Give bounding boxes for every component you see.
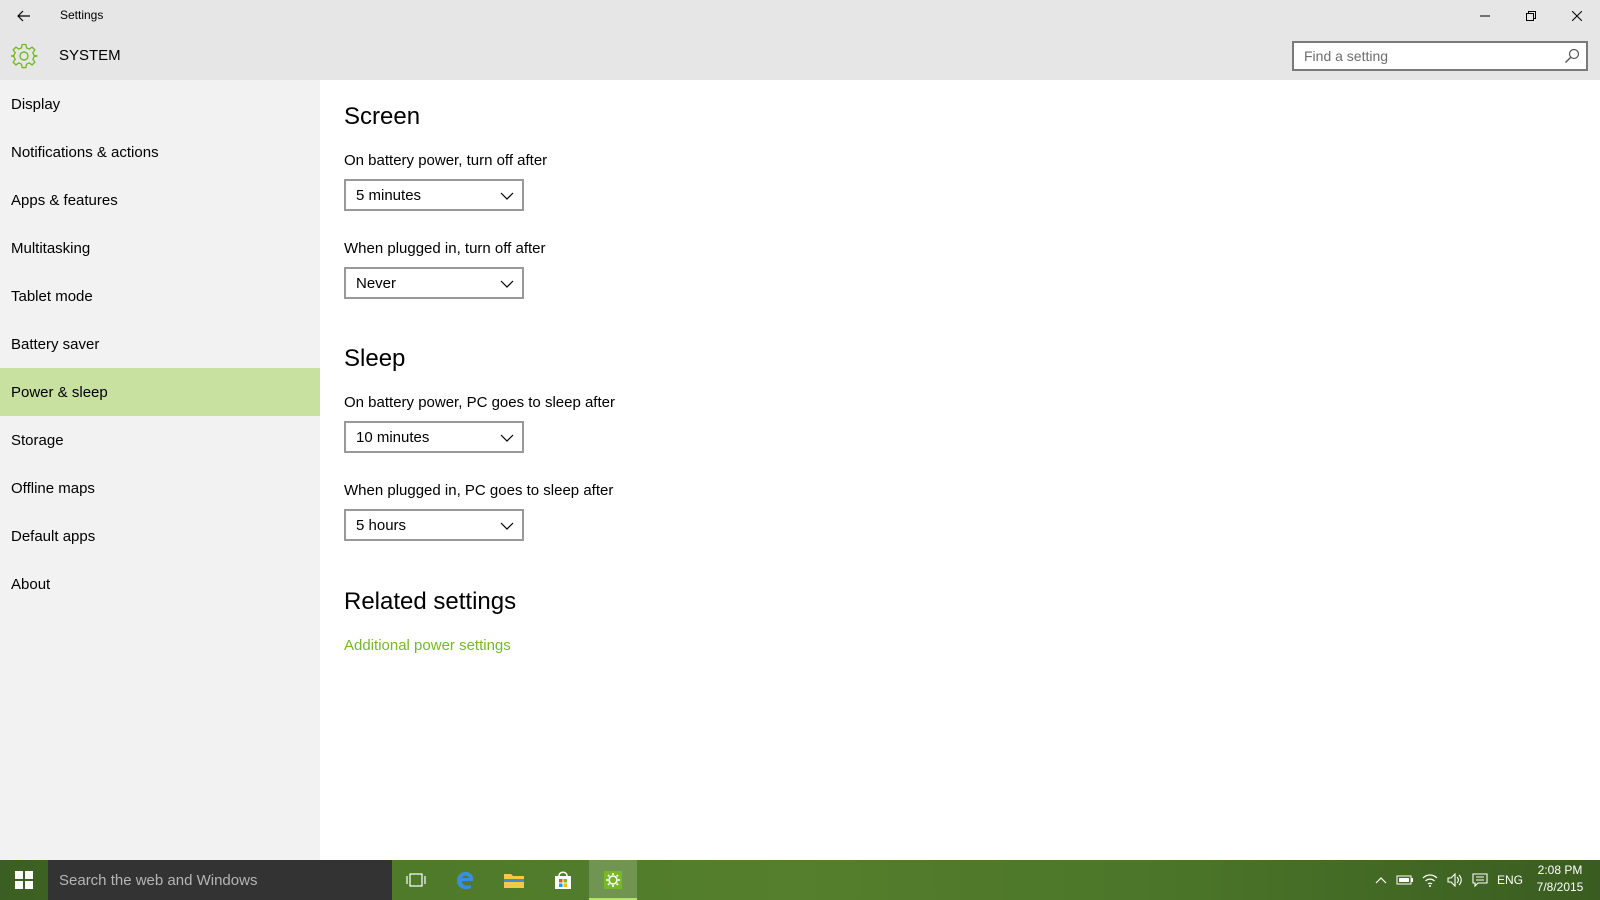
find-setting-search[interactable] [1292, 41, 1588, 71]
sidebar-item-default-apps[interactable]: Default apps [0, 512, 320, 560]
edge-icon [457, 871, 474, 890]
edge-browser-button[interactable] [441, 860, 489, 900]
section-title: SYSTEM [59, 47, 121, 64]
settings-header: SYSTEM [0, 32, 1600, 80]
sidebar-item-offline-maps[interactable]: Offline maps [0, 464, 320, 512]
gear-icon [10, 43, 38, 69]
screen-battery-label: On battery power, turn off after [344, 152, 548, 169]
sidebar-item-label: Tablet mode [11, 287, 93, 305]
settings-taskbar-button[interactable] [589, 860, 637, 900]
sidebar-item-label: Storage [11, 431, 64, 449]
screen-plugged-dropdown[interactable]: Never [344, 267, 524, 299]
close-icon [1572, 11, 1582, 21]
back-arrow-icon [17, 10, 30, 22]
main-content: Screen On battery power, turn off after … [320, 80, 1600, 860]
sidebar-item-label: Notifications & actions [11, 143, 159, 161]
sidebar-item-label: Apps & features [11, 191, 118, 209]
chevron-down-icon [500, 434, 514, 442]
show-hidden-icons-button[interactable] [1370, 860, 1392, 900]
dropdown-value: 10 minutes [356, 429, 430, 446]
minimize-icon [1480, 15, 1490, 17]
screen-plugged-label: When plugged in, turn off after [344, 240, 546, 257]
dropdown-value: 5 hours [356, 517, 407, 534]
screen-heading: Screen [344, 103, 421, 130]
store-icon [555, 871, 571, 889]
dropdown-value: 5 minutes [356, 187, 422, 204]
battery-tray-button[interactable] [1393, 860, 1417, 900]
start-button[interactable] [0, 860, 48, 900]
chevron-up-icon [1375, 877, 1387, 884]
task-view-button[interactable] [392, 860, 440, 900]
sidebar: Display Notifications & actions Apps & f… [0, 80, 320, 860]
sidebar-item-label: Power & sleep [11, 383, 108, 401]
sidebar-item-label: Display [11, 95, 61, 113]
sidebar-item-storage[interactable]: Storage [0, 416, 320, 464]
sidebar-item-power-sleep[interactable]: Power & sleep [0, 368, 320, 416]
input-language-button[interactable]: ENG [1494, 860, 1526, 900]
store-button[interactable] [539, 860, 587, 900]
clock-button[interactable]: 2:08 PM 7/8/2015 [1528, 862, 1592, 898]
sidebar-item-label: Default apps [11, 527, 96, 545]
sidebar-item-display[interactable]: Display [0, 80, 320, 128]
taskbar-search-box[interactable]: Search the web and Windows [48, 860, 392, 900]
chevron-down-icon [500, 280, 514, 288]
network-tray-button[interactable] [1418, 860, 1442, 900]
chevron-down-icon [500, 522, 514, 530]
clock-date: 7/8/2015 [1536, 880, 1584, 894]
taskbar: Search the web and Windows ENG 2:08 PM 7… [0, 860, 1600, 900]
restore-icon [1526, 11, 1536, 21]
dropdown-value: Never [356, 275, 397, 292]
title-bar: Settings [0, 0, 1600, 32]
sidebar-item-tablet-mode[interactable]: Tablet mode [0, 272, 320, 320]
additional-power-settings-link[interactable]: Additional power settings [344, 637, 511, 654]
sleep-battery-dropdown[interactable]: 10 minutes [344, 421, 524, 453]
related-settings-heading: Related settings [344, 588, 517, 615]
window-title: Settings [60, 8, 104, 22]
search-input[interactable] [1294, 43, 1554, 69]
minimize-button[interactable] [1462, 0, 1508, 32]
restore-button[interactable] [1508, 0, 1554, 32]
sidebar-item-label: Multitasking [11, 239, 91, 257]
sidebar-item-multitasking[interactable]: Multitasking [0, 224, 320, 272]
battery-icon [1396, 875, 1413, 885]
clock-time: 2:08 PM [1537, 863, 1583, 877]
chevron-down-icon [500, 192, 514, 200]
sleep-battery-label: On battery power, PC goes to sleep after [344, 394, 615, 411]
task-view-icon [406, 873, 426, 887]
screen-battery-dropdown[interactable]: 5 minutes [344, 179, 524, 211]
sleep-plugged-label: When plugged in, PC goes to sleep after [344, 482, 614, 499]
sidebar-item-apps-features[interactable]: Apps & features [0, 176, 320, 224]
taskbar-search-placeholder: Search the web and Windows [59, 871, 258, 889]
action-center-button[interactable] [1468, 860, 1492, 900]
windows-logo-icon [15, 871, 33, 889]
sleep-plugged-dropdown[interactable]: 5 hours [344, 509, 524, 541]
sidebar-item-label: Offline maps [11, 479, 95, 497]
sidebar-item-battery-saver[interactable]: Battery saver [0, 320, 320, 368]
sidebar-item-notifications[interactable]: Notifications & actions [0, 128, 320, 176]
sidebar-item-label: Battery saver [11, 335, 100, 353]
volume-icon [1447, 873, 1462, 887]
notification-icon [1472, 873, 1488, 887]
file-explorer-button[interactable] [490, 860, 538, 900]
back-button[interactable] [8, 0, 40, 32]
language-label: ENG [1496, 873, 1523, 887]
volume-tray-button[interactable] [1443, 860, 1467, 900]
close-button[interactable] [1554, 0, 1600, 32]
folder-icon [504, 874, 524, 888]
wifi-icon [1422, 874, 1438, 887]
search-icon[interactable] [1564, 48, 1580, 64]
gear-icon [604, 871, 622, 889]
sidebar-item-label: About [11, 575, 51, 593]
sleep-heading: Sleep [344, 345, 406, 372]
sidebar-item-about[interactable]: About [0, 560, 320, 608]
